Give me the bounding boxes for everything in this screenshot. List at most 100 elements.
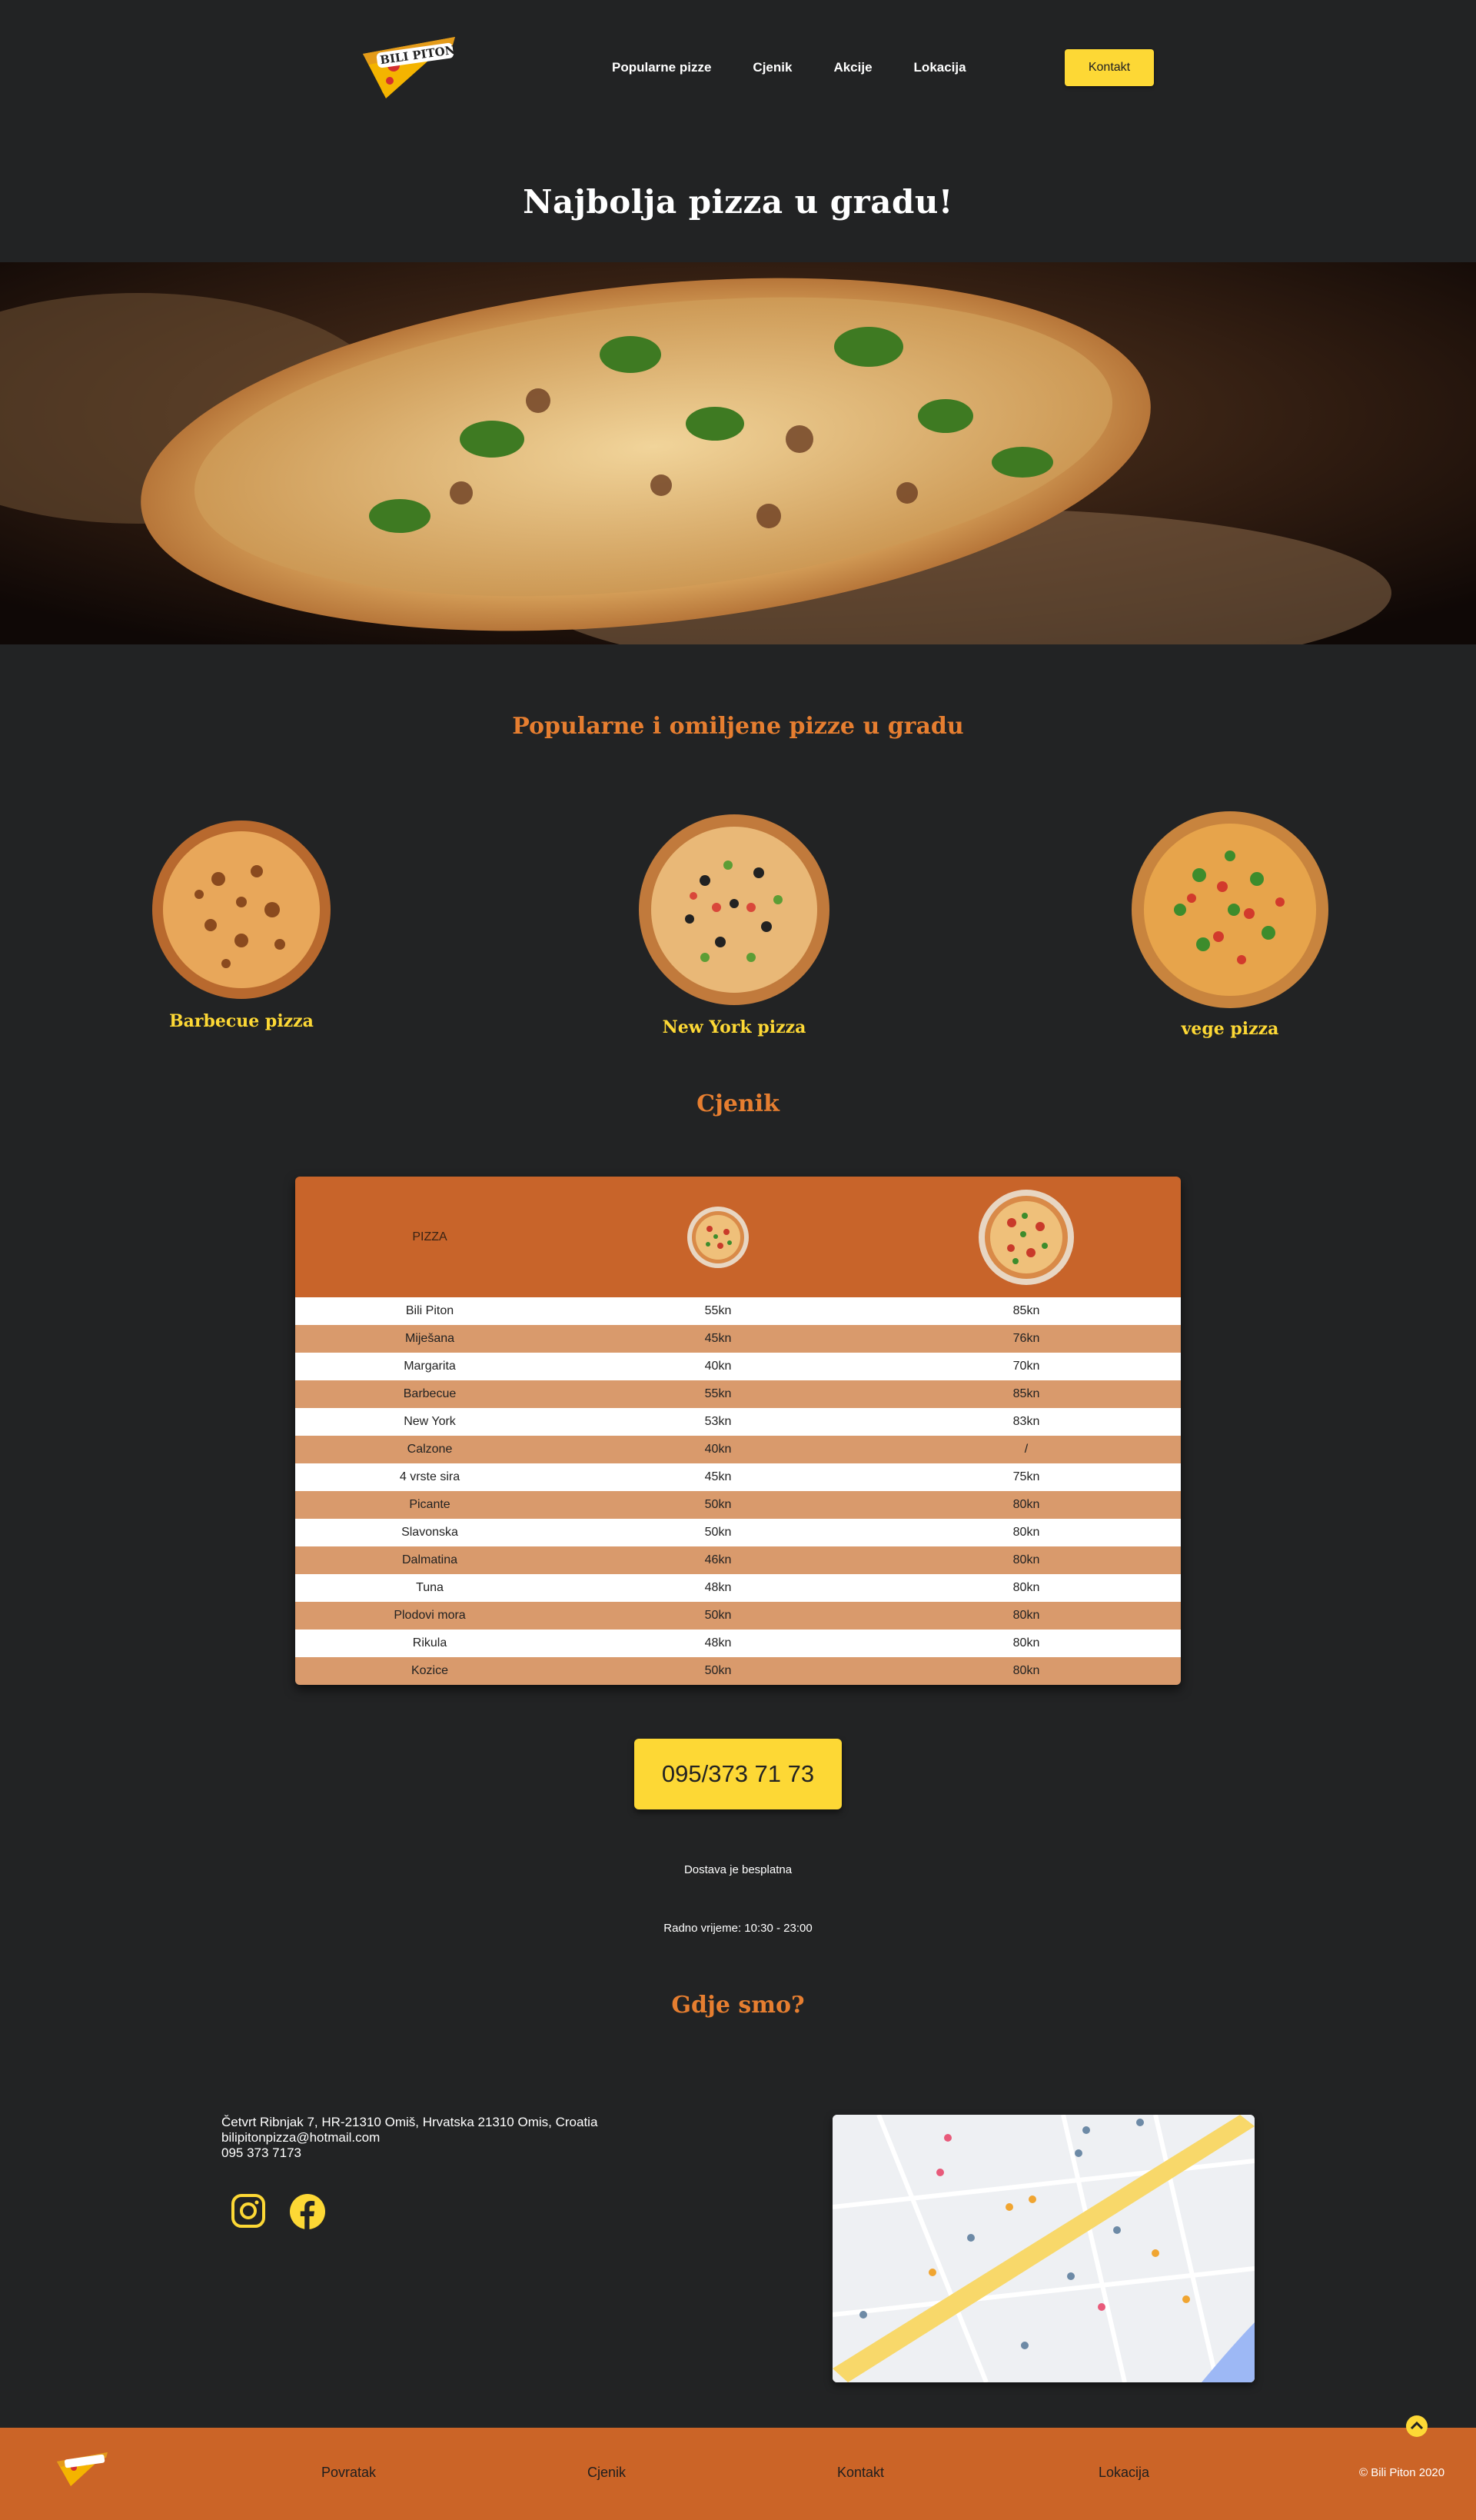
small-price-cell: 45kn [704, 1470, 732, 1483]
price-table-row: Rikula 48kn 80kn [295, 1630, 1181, 1657]
footer-link-cjenik[interactable]: Cjenik [587, 2465, 626, 2481]
pizza-name-cell: Calzone [407, 1443, 453, 1456]
location-map[interactable] [833, 2115, 1255, 2382]
price-table-row: Plodovi mora 50kn 80kn [295, 1602, 1181, 1630]
site-header: BILI PITON Popularne pizze Cjenik Akcije… [0, 0, 1476, 221]
pizza-name-cell: Barbecue [403, 1387, 457, 1400]
price-table-row: Dalmatina 46kn 80kn [295, 1546, 1181, 1574]
phone-order-button[interactable]: 095/373 71 73 [634, 1739, 842, 1809]
large-price-cell: 83kn [1012, 1415, 1040, 1428]
pizza-card-new-york[interactable]: New York pizza [619, 811, 849, 1037]
contact-button[interactable]: Kontakt [1065, 49, 1154, 86]
small-price-cell: 48kn [704, 1636, 732, 1649]
price-table-row: Miješana 45kn 76kn [295, 1325, 1181, 1353]
email-text: bilipitonpizza@hotmail.com [221, 2130, 381, 2145]
contact-info: Četvrt Ribnjak 7, HR-21310 Omiš, Hrvatsk… [221, 2115, 597, 2161]
pizza-name-cell: Dalmatina [401, 1553, 458, 1566]
price-table-row: Kozice 50kn 80kn [295, 1657, 1181, 1685]
large-pizza-icon [872, 1188, 1181, 1287]
small-price-cell: 53kn [704, 1415, 732, 1428]
large-price-cell: 70kn [1012, 1360, 1040, 1373]
bili-piton-logo[interactable]: BILI PITON [355, 31, 467, 102]
pizza-card-barbecue[interactable]: Barbecue pizza [126, 817, 357, 1031]
nav-cjenik[interactable]: Cjenik [753, 60, 792, 75]
small-price-cell: 50kn [704, 1664, 732, 1677]
pizza-name-cell: Miješana [404, 1332, 455, 1345]
small-price-cell: 50kn [704, 1526, 732, 1539]
social-links [231, 2193, 326, 2233]
small-price-cell: 45kn [704, 1332, 732, 1345]
large-price-cell: 80kn [1012, 1636, 1040, 1649]
instagram-icon[interactable] [231, 2193, 266, 2233]
pizza-name-cell: Rikula [412, 1636, 447, 1649]
large-price-cell: 80kn [1012, 1553, 1040, 1566]
hero-pizza-image [0, 262, 1476, 644]
price-table: PIZZA Bili Piton 55kn 85kn Miješana 45kn 76kn… [295, 1177, 1181, 1685]
address-text: Četvrt Ribnjak 7, HR-21310 Omiš, Hrvatsk… [221, 2115, 598, 2129]
nav-akcije[interactable]: Akcije [833, 60, 872, 75]
small-price-cell: 46kn [704, 1553, 732, 1566]
new-york-pizza-image [639, 814, 829, 1005]
pizza-name-cell: Slavonska [401, 1526, 458, 1539]
large-price-cell: 80kn [1012, 1581, 1040, 1594]
small-price-cell: 40kn [704, 1360, 732, 1373]
copyright-text: © Bili Piton 2020 [1359, 2466, 1445, 2479]
nav-popularne-pizze[interactable]: Popularne pizze [612, 60, 711, 75]
footer-link-lokacija[interactable]: Lokacija [1099, 2465, 1149, 2481]
pizza-name-cell: 4 vrste sira [399, 1470, 460, 1483]
price-table-row: Picante 50kn 80kn [295, 1491, 1181, 1519]
footer-link-povratak[interactable]: Povratak [321, 2465, 376, 2481]
small-price-cell: 40kn [704, 1443, 732, 1456]
large-price-cell: 80kn [1012, 1664, 1040, 1677]
facebook-icon[interactable] [289, 2193, 326, 2233]
large-price-cell: 85kn [1012, 1304, 1040, 1317]
hero-title: Najbolja pizza u gradu! [523, 183, 953, 221]
small-price-cell: 50kn [704, 1609, 732, 1622]
pizza-name-cell: Bili Piton [405, 1304, 454, 1317]
pizza-name-cell: Kozice [411, 1664, 449, 1677]
location-section-title: Gdje smo? [671, 1992, 805, 2019]
pizza-name-cell: Margarita [404, 1360, 456, 1373]
site-footer: Povratak Cjenik Kontakt Lokacija © Bili … [0, 2428, 1476, 2520]
popular-section-title: Popularne i omiljene pizze u gradu [512, 713, 964, 740]
price-table-row: Slavonska 50kn 80kn [295, 1519, 1181, 1546]
working-hours: Radno vrijeme: 10:30 - 23:00 [663, 1922, 813, 1935]
large-price-cell: 80kn [1012, 1498, 1040, 1511]
small-price-cell: 48kn [704, 1581, 732, 1594]
footer-link-kontakt[interactable]: Kontakt [837, 2465, 884, 2481]
phone-text: 095 373 7173 [221, 2145, 301, 2160]
nav-lokacija[interactable]: Lokacija [914, 60, 966, 75]
price-table-row: Calzone 40kn / [295, 1436, 1181, 1463]
pizza-card-vege[interactable]: vege pizza [1115, 810, 1345, 1039]
pizza-column-header: PIZZA [412, 1230, 447, 1243]
small-pizza-icon [564, 1206, 872, 1269]
price-table-row: Tuna 48kn 80kn [295, 1574, 1181, 1602]
price-table-row: Barbecue 55kn 85kn [295, 1380, 1181, 1408]
pizza-name: Barbecue pizza [169, 1011, 314, 1031]
price-table-body: Bili Piton 55kn 85kn Miješana 45kn 76kn Margar… [295, 1297, 1181, 1685]
main-nav: Popularne pizze Cjenik Akcije Lokacija [612, 60, 966, 75]
small-price-cell: 50kn [704, 1498, 732, 1511]
large-price-cell: 85kn [1012, 1387, 1040, 1400]
price-table-row: 4 vrste sira 45kn 75kn [295, 1463, 1181, 1491]
large-price-cell: 80kn [1012, 1526, 1040, 1539]
pricelist-section-title: Cjenik [696, 1090, 780, 1117]
price-table-row: Bili Piton 55kn 85kn [295, 1297, 1181, 1325]
pizza-name-cell: New York [404, 1415, 456, 1428]
large-price-cell: 80kn [1012, 1609, 1040, 1622]
pizza-name: New York pizza [662, 1017, 806, 1037]
pizza-name-cell: Plodovi mora [394, 1609, 466, 1622]
small-price-cell: 55kn [704, 1304, 732, 1317]
vege-pizza-image [1132, 811, 1328, 1008]
delivery-info: Dostava je besplatna [683, 1863, 793, 1876]
large-price-cell: / [1024, 1443, 1029, 1456]
pizza-name-cell: Picante [409, 1498, 450, 1511]
pizza-name-cell: Tuna [416, 1581, 444, 1594]
footer-logo[interactable] [54, 2449, 112, 2491]
barbecue-pizza-image [152, 821, 331, 999]
scroll-to-top-button[interactable] [1405, 2415, 1428, 2441]
price-table-row: New York 53kn 83kn [295, 1408, 1181, 1436]
small-price-cell: 55kn [704, 1387, 732, 1400]
price-table-row: Margarita 40kn 70kn [295, 1353, 1181, 1380]
pizza-name: vege pizza [1181, 1019, 1279, 1039]
